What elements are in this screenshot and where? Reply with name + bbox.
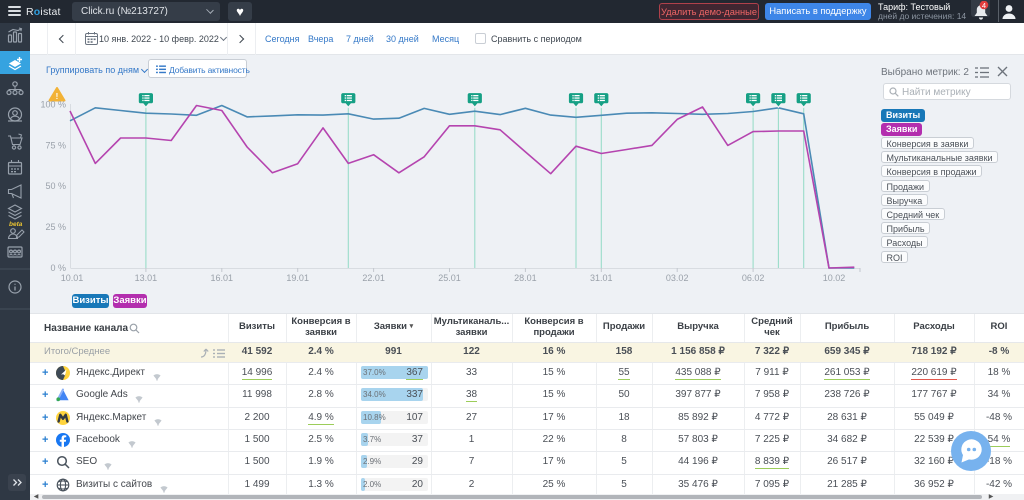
- svg-text:13.01: 13.01: [135, 273, 158, 283]
- svg-text:4: 4: [982, 1, 986, 10]
- svg-text:0 %: 0 %: [50, 263, 66, 273]
- svg-text:19.01: 19.01: [286, 273, 309, 283]
- svg-text:50 %: 50 %: [45, 181, 66, 191]
- svg-text:25.01: 25.01: [438, 273, 461, 283]
- svg-text:75 %: 75 %: [45, 140, 66, 150]
- svg-text:100 %: 100 %: [40, 100, 66, 110]
- svg-text:28.01: 28.01: [514, 273, 537, 283]
- svg-text:10.02: 10.02: [823, 273, 846, 283]
- svg-text:22.01: 22.01: [362, 273, 385, 283]
- svg-text:06.02: 06.02: [742, 273, 765, 283]
- svg-text:03.02: 03.02: [666, 273, 689, 283]
- svg-text:31.01: 31.01: [590, 273, 613, 283]
- svg-text:10.01: 10.01: [61, 273, 84, 283]
- svg-text:16.01: 16.01: [211, 273, 234, 283]
- svg-text:25 %: 25 %: [45, 222, 66, 232]
